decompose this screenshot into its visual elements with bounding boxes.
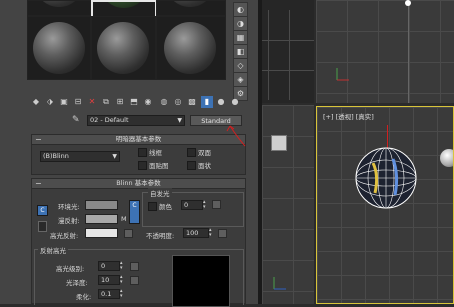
specular-level-field[interactable]: 0 [98, 261, 120, 271]
viewport-left[interactable] [262, 105, 314, 304]
face-map-label: 面贴图 [149, 162, 169, 170]
material-name-field[interactable]: 02 - Default ▼ [87, 115, 185, 126]
make-preview-icon[interactable]: ◈ [233, 72, 248, 87]
opacity-label: 不透明度: [146, 232, 175, 240]
specular-map-button[interactable] [124, 229, 133, 238]
specular-color-swatch[interactable] [85, 228, 118, 238]
diffuse-label: 漫反射: [58, 217, 80, 225]
video-color-check-icon[interactable]: ◇ [233, 58, 248, 73]
ambient-color-swatch[interactable] [85, 200, 118, 210]
backlight-icon[interactable]: ◑ [233, 16, 248, 31]
axis-gizmo-icon [273, 277, 286, 290]
soften-spinner[interactable]: ▴ ▾ [120, 289, 125, 299]
specular-level-map-button[interactable] [130, 262, 139, 271]
ambient-label: 环境光: [58, 203, 80, 211]
specular-level-spinner[interactable]: ▴ ▾ [120, 261, 125, 271]
lock-ambient-diffuse-button[interactable]: C [37, 205, 48, 216]
go-forward-icon[interactable]: ● [229, 96, 241, 108]
specular-level-label: 高光级别: [56, 265, 85, 273]
sample-slot-6[interactable] [156, 16, 226, 80]
soften-field[interactable]: 0.1 [98, 289, 120, 299]
sample-slot-3[interactable] [156, 0, 226, 16]
sample-slot-5[interactable] [91, 16, 156, 80]
self-illum-map-button[interactable] [212, 200, 221, 209]
annotation-arrow [226, 125, 246, 147]
put-to-library-icon[interactable]: ⬒ [128, 96, 140, 108]
checker-icon[interactable]: ▩ [186, 96, 198, 108]
show-end-result-icon[interactable]: ◎ [172, 96, 184, 108]
self-illum-color-checkbox[interactable] [148, 202, 157, 211]
sample-type-icon[interactable]: ◐ [233, 2, 248, 17]
diffuse-map-button[interactable]: M [121, 215, 127, 223]
highlight-curve-graph [172, 255, 230, 307]
material-editor-panel: ◐ ◑ ▦ ◧ ◇ ◈ ⚙ ◆ ⬗ ▣ ⊟ ✕ ⧉ ⊞ ⬒ ◉ ◍ ◎ ▩ ▮ … [0, 0, 258, 307]
shader-type-dropdown[interactable]: (B)Blinn ▼ [40, 151, 120, 162]
show-shaded-icon[interactable]: ▮ [201, 96, 213, 108]
chevron-down-icon: ▼ [112, 153, 117, 160]
pick-material-eyedropper-icon[interactable]: ✎ [72, 115, 80, 125]
specular-highlights-title: 反射高光 [38, 245, 68, 255]
teapot-sphere-object[interactable] [353, 145, 419, 211]
glossiness-spinner[interactable]: ▴ ▾ [120, 275, 125, 285]
faceted-label: 面状 [198, 162, 211, 170]
self-illum-spinner[interactable]: ▴ ▾ [203, 200, 208, 210]
lock-maps-button[interactable]: C [129, 200, 140, 224]
delete-icon[interactable]: ✕ [86, 96, 98, 108]
background-icon[interactable]: ▦ [233, 30, 248, 45]
soften-label: 柔化: [76, 293, 92, 301]
collapse-icon: − [35, 135, 42, 144]
material-id-icon[interactable]: ◉ [142, 96, 154, 108]
axis-gizmo-icon [336, 68, 349, 81]
wire-checkbox[interactable] [138, 148, 147, 157]
opacity-spinner[interactable]: ▴ ▾ [209, 228, 214, 238]
viewport-left-side[interactable] [262, 0, 314, 103]
put-to-scene-icon[interactable]: ⬗ [44, 96, 56, 108]
diffuse-color-swatch[interactable] [85, 214, 118, 224]
get-material-icon[interactable]: ◆ [30, 96, 42, 108]
lock-diffuse-specular-icon[interactable] [38, 221, 47, 232]
self-illumination-title: 自发光 [148, 188, 172, 198]
rollout-title: 明暗器基本参数 [115, 135, 162, 143]
viewport-label[interactable]: [+] [透视] [真实] [323, 111, 374, 121]
glossiness-map-button[interactable] [130, 276, 139, 285]
wire-label: 线框 [149, 149, 162, 157]
chevron-down-icon: ▼ [177, 117, 182, 124]
opacity-field[interactable]: 100 [183, 228, 209, 238]
go-to-parent-icon[interactable]: ● [215, 96, 227, 108]
second-sphere-object[interactable] [440, 149, 453, 167]
faceted-checkbox[interactable] [187, 161, 196, 170]
glossiness-field[interactable]: 10 [98, 275, 120, 285]
viewport-front[interactable] [316, 0, 454, 103]
self-illum-color-label: 颜色 [159, 203, 172, 211]
rollout-title: Blinn 基本参数 [116, 179, 161, 187]
sample-uv-icon[interactable]: ◧ [233, 44, 248, 59]
two-sided-checkbox[interactable] [187, 148, 196, 157]
sample-slot-4[interactable] [27, 16, 91, 80]
blinn-basic-params-rollout: − Blinn 基本参数 C 环境光: 漫反射: M 高光反射: C 自发光 颜… [31, 178, 246, 307]
copy-material-icon[interactable]: ⧉ [100, 96, 112, 108]
specular-label: 高光反射: [50, 232, 79, 240]
opacity-map-button[interactable] [218, 229, 227, 238]
face-map-checkbox[interactable] [138, 161, 147, 170]
reset-map-icon[interactable]: ⊟ [72, 96, 84, 108]
glossiness-label: 光泽度: [66, 279, 88, 287]
sample-slot-1[interactable] [27, 0, 91, 16]
collapse-icon: − [35, 179, 42, 188]
make-unique-icon[interactable]: ⊞ [114, 96, 126, 108]
self-illum-value-field[interactable]: 0 [181, 200, 203, 210]
viewport-perspective[interactable]: [+] [透视] [真实] [316, 106, 454, 304]
assign-material-icon[interactable]: ▣ [58, 96, 70, 108]
show-map-icon[interactable]: ◍ [158, 96, 170, 108]
rollout-header[interactable]: − Blinn 基本参数 [32, 179, 245, 189]
light-object-icon[interactable] [405, 0, 411, 6]
scene-object-box[interactable] [271, 135, 287, 151]
